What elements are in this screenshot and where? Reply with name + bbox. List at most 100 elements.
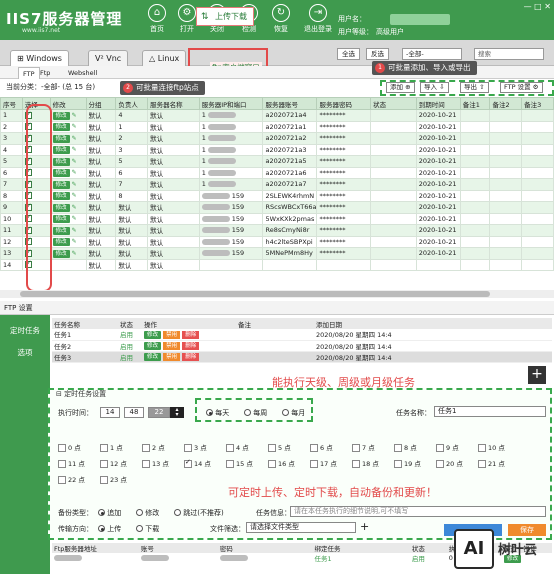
horizontal-scrollbar[interactable] (0, 290, 554, 298)
table-row[interactable]: 9修改 ✎默认默认默认159RScsWBCxT66a********2020-1… (0, 201, 554, 214)
import-button[interactable]: 导入 ⇩ (420, 82, 449, 93)
nav-options[interactable]: 选项 (0, 347, 50, 358)
export-button[interactable]: 导出 ⇧ (460, 82, 489, 93)
hour-checkbox[interactable]: 0 点 (58, 442, 81, 452)
edit-button[interactable]: 修改 (52, 123, 70, 132)
table-row[interactable]: 8修改 ✎默认8默认1592SLEWK4rhmN********2020-10-… (0, 189, 554, 202)
add-button[interactable]: 添加 ⊕ (386, 82, 415, 93)
column-header[interactable]: 状态 (370, 97, 417, 110)
edit-button[interactable]: 修改 (52, 169, 70, 178)
hour-checkbox[interactable]: 4 点 (226, 442, 249, 452)
hour-checkbox[interactable]: 3 点 (184, 442, 207, 452)
column-header[interactable]: 服务器账号 (262, 97, 318, 110)
search-input[interactable]: 搜索 (474, 48, 544, 60)
task-edit-button[interactable]: 修改 (144, 330, 162, 339)
hour-checkbox[interactable]: 12 点 (100, 458, 127, 468)
table-row[interactable]: 6修改 ✎默认6默认1a2020721a6********2020-10-21 (0, 166, 554, 179)
column-header[interactable]: 备注3 (521, 97, 554, 110)
task-row[interactable]: 任务1 启用 修改 禁用 删除 2020/08/20 星期四 14:4 (52, 329, 552, 341)
hour-checkbox[interactable]: 17 点 (310, 458, 337, 468)
invert-select-button[interactable]: 反选 (366, 48, 389, 60)
hour-checkbox[interactable]: 6 点 (310, 442, 333, 452)
nav-logout-button[interactable]: ⇥ 退出登录 (298, 4, 338, 34)
hour-checkbox[interactable]: 22 点 (58, 474, 85, 484)
edit-cell[interactable]: 修改 ✎ (49, 247, 87, 260)
group-select[interactable]: -全部- (402, 48, 462, 60)
column-header[interactable]: 备注1 (459, 97, 491, 110)
nav-scheduled-tasks[interactable]: 定时任务 (0, 325, 50, 336)
tab-vnc[interactable]: V² Vnc (88, 50, 129, 66)
column-header[interactable]: 服务器名称 (147, 97, 200, 110)
subtab-webshell[interactable]: Webshell (64, 67, 101, 79)
add-task-button[interactable]: + (528, 366, 546, 384)
column-header[interactable]: 服务器IP和端口 (198, 97, 264, 110)
task-edit-button[interactable]: 修改 (144, 342, 162, 350)
task-delete-button[interactable]: 删除 (182, 353, 200, 361)
window-controls[interactable]: — □ ✕ (524, 2, 551, 11)
edit-button[interactable]: 修改 (52, 249, 70, 258)
column-header[interactable]: 序号 (0, 97, 23, 110)
hour-checkbox[interactable]: 8 点 (394, 442, 417, 452)
table-row[interactable]: 10修改 ✎默认默认默认1595WxKXk2pmas********2020-1… (0, 212, 554, 225)
task-edit-button[interactable]: 修改 (144, 353, 162, 361)
column-header[interactable]: 分组 (85, 97, 117, 110)
column-header[interactable]: 备注2 (489, 97, 523, 110)
select-all-button[interactable]: 全选 (337, 48, 360, 60)
edit-cell[interactable]: 修改 ✎ (49, 132, 87, 145)
nav-home-button[interactable]: ⌂ 首页 (140, 4, 174, 34)
task-disable-button[interactable]: 禁用 (163, 342, 181, 350)
edit-cell[interactable]: 修改 ✎ (49, 201, 87, 214)
edit-button[interactable]: 修改 (52, 226, 70, 235)
edit-button[interactable]: 修改 (52, 238, 70, 247)
hour-checkbox[interactable]: 11 点 (58, 458, 85, 468)
edit-cell[interactable]: 修改 ✎ (49, 189, 87, 202)
hour-checkbox[interactable]: 19 点 (394, 458, 421, 468)
tab-linux[interactable]: △ Linux (142, 50, 187, 66)
table-row[interactable]: 2修改 ✎默认1默认1a2020721a1********2020-10-21 (0, 120, 554, 133)
edit-cell[interactable]: 修改 ✎ (49, 178, 87, 191)
direction-upload[interactable]: 上传 (98, 524, 121, 534)
table-row[interactable]: 14默认默认默认 (0, 258, 554, 271)
ftp-settings-button[interactable]: FTP 设置 ⚙ (500, 82, 543, 93)
tab-windows[interactable]: ⊞ Windows (10, 50, 69, 66)
edit-cell[interactable]: 修改 ✎ (49, 143, 87, 156)
backup-skip[interactable]: 跳过(不推荐) (174, 508, 224, 518)
edit-cell[interactable] (49, 258, 87, 271)
edit-cell[interactable]: 修改 ✎ (49, 109, 87, 122)
add-filter-icon[interactable]: + (360, 520, 369, 533)
file-filter-select[interactable]: 请选择文件类型 (246, 522, 356, 533)
table-row[interactable]: 13修改 ✎默认默认默认1595MNePMm8Hy********2020-10… (0, 247, 554, 260)
edit-cell[interactable]: 修改 ✎ (49, 224, 87, 237)
task-row[interactable]: 任务2 启用 修改 禁用 删除 2020/08/20 星期四 14:4 (52, 340, 552, 352)
hour-checkbox[interactable]: 7 点 (352, 442, 375, 452)
table-row[interactable]: 12修改 ✎默认默认默认159h4c2lteSBPXpi********2020… (0, 235, 554, 248)
subtab-ftp2[interactable]: Ftp (36, 67, 54, 79)
table-row[interactable]: 3修改 ✎默认2默认1a2020721a2********2020-10-21 (0, 132, 554, 145)
hour-checkbox[interactable]: 1 点 (100, 442, 123, 452)
scrollbar-thumb[interactable] (20, 291, 490, 297)
hour-checkbox[interactable]: 21 点 (478, 458, 505, 468)
hour-checkbox[interactable]: 23 点 (100, 474, 127, 484)
edit-button[interactable]: 修改 (52, 203, 70, 212)
edit-cell[interactable]: 修改 ✎ (49, 235, 87, 248)
task-disable-button[interactable]: 禁用 (163, 353, 181, 361)
edit-button[interactable]: 修改 (52, 134, 70, 143)
edit-button[interactable]: 修改 (52, 215, 70, 224)
table-row[interactable]: 7修改 ✎默认7默认1a2020721a7********2020-10-21 (0, 178, 554, 191)
hour-checkbox[interactable]: 18 点 (352, 458, 379, 468)
edit-cell[interactable]: 修改 ✎ (49, 212, 87, 225)
task-info-input[interactable]: 请在本任务执行的细节说明,可不填写 (290, 506, 546, 517)
column-header[interactable]: 负责人 (115, 97, 149, 110)
direction-download[interactable]: 下载 (136, 524, 159, 534)
hour-checkbox[interactable]: 16 点 (268, 458, 295, 468)
hour-checkbox[interactable]: 15 点 (226, 458, 253, 468)
table-row[interactable]: 5修改 ✎默认5默认1a2020721a5********2020-10-21 (0, 155, 554, 168)
task-delete-button[interactable]: 删除 (182, 330, 200, 339)
table-row[interactable]: 1修改 ✎默认4默认1a2020721a4********2020-10-21 (0, 109, 554, 122)
task-delete-button[interactable]: 删除 (182, 342, 200, 350)
edit-button[interactable]: 修改 (52, 157, 70, 166)
task-row[interactable]: 任务3 启用 修改 禁用 删除 2020/08/20 星期四 14:4 (52, 351, 552, 363)
column-header[interactable]: 服务器密码 (316, 97, 372, 110)
hour-checkbox[interactable]: 10 点 (478, 442, 505, 452)
hour-checkbox[interactable]: 20 点 (436, 458, 463, 468)
